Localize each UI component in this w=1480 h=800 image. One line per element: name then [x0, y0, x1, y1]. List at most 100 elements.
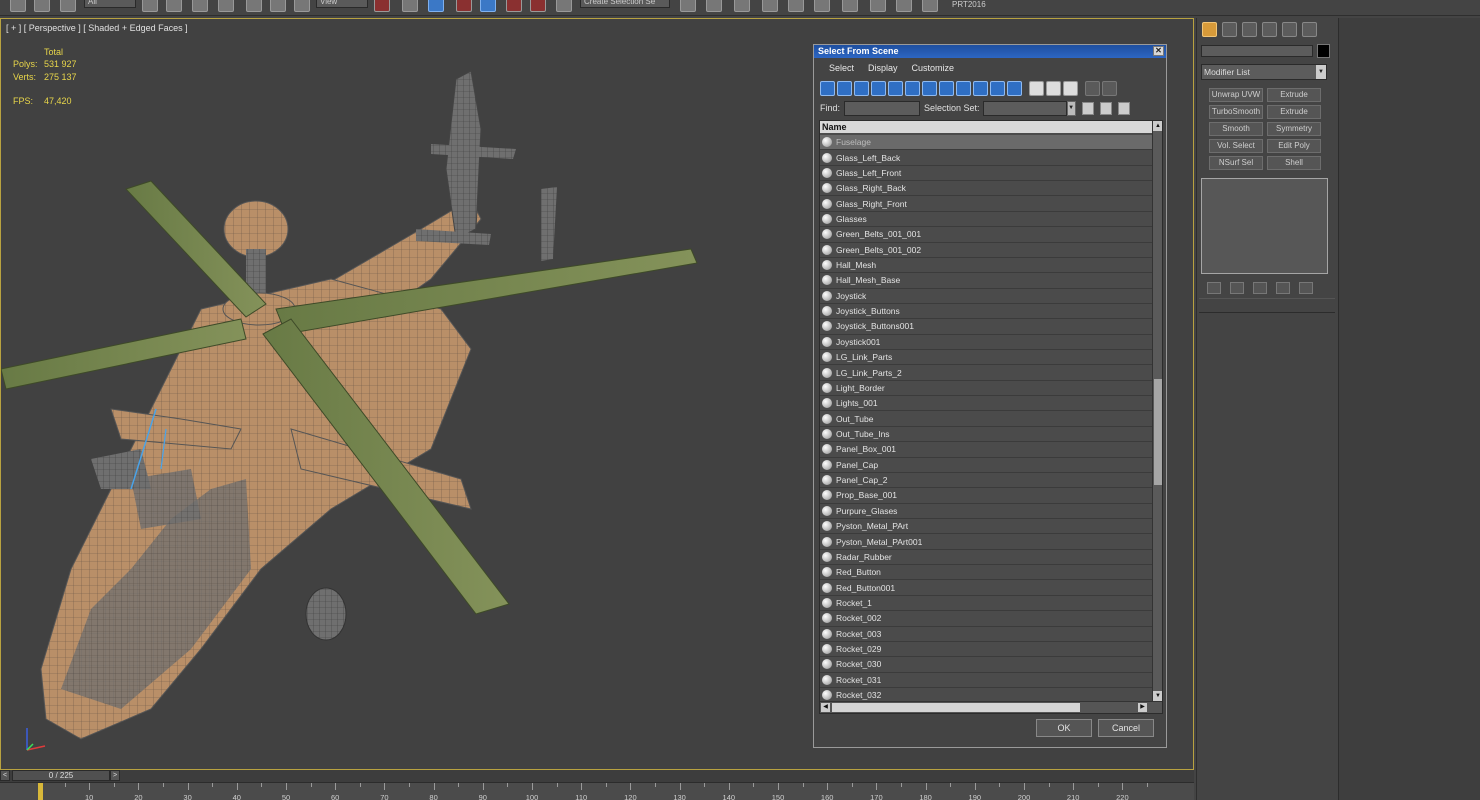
create-tab-icon[interactable]	[1202, 22, 1217, 37]
modify-tab-icon[interactable]	[1222, 22, 1237, 37]
unwrap-uvw-button[interactable]: Unwrap UVW	[1209, 88, 1263, 102]
make-unique-icon[interactable]	[1253, 282, 1267, 294]
extrude-button[interactable]: Extrude	[1267, 88, 1321, 102]
rendered-frame-icon[interactable]	[896, 0, 912, 12]
time-slider[interactable]: < 0 / 225 >	[0, 770, 1194, 782]
display-tab-icon[interactable]	[1282, 22, 1297, 37]
time-cursor[interactable]	[38, 783, 43, 800]
list-item[interactable]: Glass_Right_Front	[820, 196, 1153, 212]
filter-icon[interactable]	[1085, 81, 1100, 96]
select-object-icon[interactable]	[142, 0, 158, 12]
list-item[interactable]: Rocket_030	[820, 657, 1153, 673]
material-editor-icon[interactable]	[842, 0, 858, 12]
selection-filter-combo[interactable]: All	[84, 0, 136, 8]
rect-selection-icon[interactable]	[192, 0, 208, 12]
list-item[interactable]: Rocket_029	[820, 642, 1153, 658]
invert-display-icon[interactable]	[1063, 81, 1078, 96]
object-color-swatch[interactable]	[1317, 44, 1330, 58]
list-item[interactable]: Purpure_Glases	[820, 504, 1153, 519]
helicopter-model[interactable]	[1, 49, 721, 749]
vol-select-button[interactable]: Vol. Select	[1209, 139, 1263, 153]
edit-named-selection-icon[interactable]	[556, 0, 572, 12]
render-icon[interactable]	[922, 0, 938, 12]
align-icon[interactable]	[706, 0, 722, 12]
find-input[interactable]	[844, 100, 921, 116]
scroll-left-icon[interactable]: ◀	[821, 703, 830, 712]
next-frame-button[interactable]: >	[110, 770, 120, 781]
curve-editor-icon[interactable]	[788, 0, 804, 12]
edit-poly-button[interactable]: Edit Poly	[1267, 139, 1321, 153]
list-item[interactable]: Panel_Cap	[820, 458, 1153, 473]
frame-counter[interactable]: 0 / 225	[12, 770, 110, 781]
create-selection-set-icon[interactable]	[1081, 101, 1094, 115]
mirror-icon[interactable]	[680, 0, 696, 12]
display-spacewarps-icon[interactable]	[905, 81, 920, 96]
list-item[interactable]: Rocket_031	[820, 673, 1153, 688]
utilities-tab-icon[interactable]	[1302, 22, 1317, 37]
manipulate-icon[interactable]	[402, 0, 418, 12]
viewport-label[interactable]: [ + ] [ Perspective ] [ Shaded + Edged F…	[6, 23, 188, 33]
selection-set-input[interactable]	[982, 100, 1067, 116]
track-bar[interactable]: 10 20 30 40 50 60 70 80 90 100 110 120 130 140 150 160 1…	[0, 782, 1194, 800]
list-item[interactable]: Hall_Mesh	[820, 258, 1153, 274]
filter-options-icon[interactable]	[1102, 81, 1117, 96]
list-item[interactable]: Radar_Rubber	[820, 550, 1153, 566]
horizontal-scrollbar[interactable]: ◀ ▶	[820, 701, 1162, 713]
list-item[interactable]: Out_Tube_Ins	[820, 427, 1153, 443]
list-item[interactable]: Glass_Left_Back	[820, 150, 1153, 166]
pivot-icon[interactable]	[374, 0, 390, 12]
close-icon[interactable]: ✕	[1153, 46, 1164, 56]
menu-select[interactable]: Select	[829, 63, 854, 73]
list-item[interactable]: Glass_Right_Back	[820, 181, 1153, 197]
scroll-down-icon[interactable]: ▼	[1153, 691, 1162, 701]
pin-stack-icon[interactable]	[1207, 282, 1221, 294]
reference-coord-combo[interactable]: View	[316, 0, 368, 8]
list-item[interactable]: Joystick001	[820, 335, 1153, 351]
list-item[interactable]: Red_Button001	[820, 580, 1153, 596]
render-setup-icon[interactable]	[870, 0, 886, 12]
list-item[interactable]: Pyston_Metal_PArt	[820, 519, 1153, 535]
display-helpers-icon[interactable]	[888, 81, 903, 96]
menu-display[interactable]: Display	[868, 63, 898, 73]
list-item[interactable]: Out_Tube	[820, 411, 1153, 427]
hierarchy-tab-icon[interactable]	[1242, 22, 1257, 37]
link-icon[interactable]	[10, 0, 26, 12]
named-selection-set-combo[interactable]: Create Selection Se	[580, 0, 670, 8]
list-item[interactable]: Panel_Cap_2	[820, 473, 1153, 489]
display-hidden-icon[interactable]	[1007, 81, 1022, 96]
graphite-toolbar-icon[interactable]	[762, 0, 778, 12]
list-item[interactable]: Joystick_Buttons001	[820, 319, 1153, 335]
list-item[interactable]: Light_Border	[820, 381, 1153, 397]
keyboard-shortcut-icon[interactable]	[428, 0, 444, 12]
list-item[interactable]: LG_Link_Parts_2	[820, 365, 1153, 381]
display-cameras-icon[interactable]	[871, 81, 886, 96]
remove-modifier-icon[interactable]	[1276, 282, 1290, 294]
object-name-field[interactable]	[1201, 45, 1313, 57]
scroll-right-icon[interactable]: ▶	[1138, 703, 1147, 712]
nsurf-sel-button[interactable]: NSurf Sel	[1209, 156, 1263, 170]
symmetry-button[interactable]: Symmetry	[1267, 122, 1321, 136]
scroll-up-icon[interactable]: ▲	[1153, 121, 1162, 131]
percent-snap-icon[interactable]	[506, 0, 522, 12]
smooth-button[interactable]: Smooth	[1209, 122, 1263, 136]
cancel-button[interactable]: Cancel	[1098, 719, 1154, 737]
shell-button[interactable]: Shell	[1267, 156, 1321, 170]
display-bones-icon[interactable]	[956, 81, 971, 96]
dialog-title-bar[interactable]: Select From Scene ✕	[814, 45, 1166, 58]
display-none-icon[interactable]	[1046, 81, 1061, 96]
schematic-view-icon[interactable]	[814, 0, 830, 12]
configure-modifier-sets-icon[interactable]	[1299, 282, 1313, 294]
spinner-snap-icon[interactable]	[530, 0, 546, 12]
list-item[interactable]: LG_Link_Parts	[820, 350, 1153, 366]
list-item[interactable]: Rocket_1	[820, 596, 1153, 612]
list-item[interactable]: Hall_Mesh_Base	[820, 273, 1153, 289]
chevron-down-icon[interactable]: ▼	[1316, 65, 1326, 79]
list-item[interactable]: Rocket_003	[820, 627, 1153, 642]
display-xrefs-icon[interactable]	[939, 81, 954, 96]
list-item[interactable]: Pyston_Metal_PArt001	[820, 534, 1153, 550]
scrollbar-thumb[interactable]	[1154, 379, 1162, 485]
chevron-down-icon[interactable]: ▼	[1066, 100, 1076, 116]
list-item[interactable]: Lights_001	[820, 396, 1153, 412]
list-item[interactable]: Glasses	[820, 212, 1153, 228]
menu-customize[interactable]: Customize	[912, 63, 955, 73]
